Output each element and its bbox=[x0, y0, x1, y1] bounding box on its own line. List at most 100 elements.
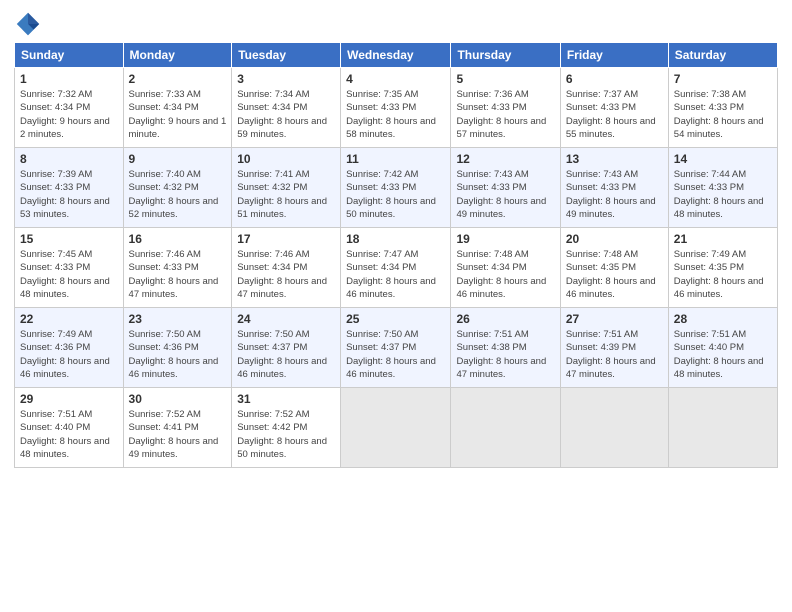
day-info: Sunrise: 7:49 AM Sunset: 4:35 PM Dayligh… bbox=[674, 248, 772, 301]
day-number: 1 bbox=[20, 72, 118, 86]
day-info: Sunrise: 7:37 AM Sunset: 4:33 PM Dayligh… bbox=[566, 88, 663, 141]
day-number: 24 bbox=[237, 312, 335, 326]
day-number: 9 bbox=[129, 152, 227, 166]
day-info: Sunrise: 7:35 AM Sunset: 4:33 PM Dayligh… bbox=[346, 88, 445, 141]
calendar-cell: 8 Sunrise: 7:39 AM Sunset: 4:33 PM Dayli… bbox=[15, 148, 124, 228]
calendar-cell: 5 Sunrise: 7:36 AM Sunset: 4:33 PM Dayli… bbox=[451, 68, 560, 148]
day-number: 6 bbox=[566, 72, 663, 86]
day-info: Sunrise: 7:48 AM Sunset: 4:34 PM Dayligh… bbox=[456, 248, 554, 301]
calendar-cell: 11 Sunrise: 7:42 AM Sunset: 4:33 PM Dayl… bbox=[341, 148, 451, 228]
day-info: Sunrise: 7:34 AM Sunset: 4:34 PM Dayligh… bbox=[237, 88, 335, 141]
day-number: 7 bbox=[674, 72, 772, 86]
day-info: Sunrise: 7:39 AM Sunset: 4:33 PM Dayligh… bbox=[20, 168, 118, 221]
calendar-cell: 9 Sunrise: 7:40 AM Sunset: 4:32 PM Dayli… bbox=[123, 148, 232, 228]
calendar-cell bbox=[341, 388, 451, 468]
calendar-cell: 24 Sunrise: 7:50 AM Sunset: 4:37 PM Dayl… bbox=[232, 308, 341, 388]
calendar-cell: 4 Sunrise: 7:35 AM Sunset: 4:33 PM Dayli… bbox=[341, 68, 451, 148]
day-info: Sunrise: 7:46 AM Sunset: 4:33 PM Dayligh… bbox=[129, 248, 227, 301]
calendar-body: 1 Sunrise: 7:32 AM Sunset: 4:34 PM Dayli… bbox=[15, 68, 778, 468]
day-number: 14 bbox=[674, 152, 772, 166]
calendar-week-1: 1 Sunrise: 7:32 AM Sunset: 4:34 PM Dayli… bbox=[15, 68, 778, 148]
logo bbox=[14, 10, 46, 38]
day-number: 13 bbox=[566, 152, 663, 166]
logo-icon bbox=[14, 10, 42, 38]
calendar-cell: 31 Sunrise: 7:52 AM Sunset: 4:42 PM Dayl… bbox=[232, 388, 341, 468]
calendar-cell: 16 Sunrise: 7:46 AM Sunset: 4:33 PM Dayl… bbox=[123, 228, 232, 308]
day-info: Sunrise: 7:50 AM Sunset: 4:37 PM Dayligh… bbox=[237, 328, 335, 381]
calendar-week-3: 15 Sunrise: 7:45 AM Sunset: 4:33 PM Dayl… bbox=[15, 228, 778, 308]
day-info: Sunrise: 7:44 AM Sunset: 4:33 PM Dayligh… bbox=[674, 168, 772, 221]
day-info: Sunrise: 7:41 AM Sunset: 4:32 PM Dayligh… bbox=[237, 168, 335, 221]
day-number: 2 bbox=[129, 72, 227, 86]
calendar-cell: 2 Sunrise: 7:33 AM Sunset: 4:34 PM Dayli… bbox=[123, 68, 232, 148]
day-number: 26 bbox=[456, 312, 554, 326]
day-number: 4 bbox=[346, 72, 445, 86]
day-info: Sunrise: 7:50 AM Sunset: 4:37 PM Dayligh… bbox=[346, 328, 445, 381]
calendar-cell: 27 Sunrise: 7:51 AM Sunset: 4:39 PM Dayl… bbox=[560, 308, 668, 388]
day-number: 3 bbox=[237, 72, 335, 86]
weekday-header-tuesday: Tuesday bbox=[232, 43, 341, 68]
day-number: 16 bbox=[129, 232, 227, 246]
weekday-header-wednesday: Wednesday bbox=[341, 43, 451, 68]
day-info: Sunrise: 7:38 AM Sunset: 4:33 PM Dayligh… bbox=[674, 88, 772, 141]
weekday-header-friday: Friday bbox=[560, 43, 668, 68]
day-number: 11 bbox=[346, 152, 445, 166]
day-info: Sunrise: 7:42 AM Sunset: 4:33 PM Dayligh… bbox=[346, 168, 445, 221]
calendar-cell: 1 Sunrise: 7:32 AM Sunset: 4:34 PM Dayli… bbox=[15, 68, 124, 148]
day-number: 18 bbox=[346, 232, 445, 246]
calendar-table: SundayMondayTuesdayWednesdayThursdayFrid… bbox=[14, 42, 778, 468]
day-info: Sunrise: 7:51 AM Sunset: 4:40 PM Dayligh… bbox=[674, 328, 772, 381]
day-number: 17 bbox=[237, 232, 335, 246]
calendar-cell: 30 Sunrise: 7:52 AM Sunset: 4:41 PM Dayl… bbox=[123, 388, 232, 468]
calendar-cell: 3 Sunrise: 7:34 AM Sunset: 4:34 PM Dayli… bbox=[232, 68, 341, 148]
calendar-week-4: 22 Sunrise: 7:49 AM Sunset: 4:36 PM Dayl… bbox=[15, 308, 778, 388]
calendar-cell: 23 Sunrise: 7:50 AM Sunset: 4:36 PM Dayl… bbox=[123, 308, 232, 388]
calendar-cell: 25 Sunrise: 7:50 AM Sunset: 4:37 PM Dayl… bbox=[341, 308, 451, 388]
calendar-cell: 20 Sunrise: 7:48 AM Sunset: 4:35 PM Dayl… bbox=[560, 228, 668, 308]
calendar-cell: 29 Sunrise: 7:51 AM Sunset: 4:40 PM Dayl… bbox=[15, 388, 124, 468]
weekday-header-thursday: Thursday bbox=[451, 43, 560, 68]
calendar-cell: 26 Sunrise: 7:51 AM Sunset: 4:38 PM Dayl… bbox=[451, 308, 560, 388]
day-info: Sunrise: 7:33 AM Sunset: 4:34 PM Dayligh… bbox=[129, 88, 227, 141]
calendar-cell: 22 Sunrise: 7:49 AM Sunset: 4:36 PM Dayl… bbox=[15, 308, 124, 388]
day-number: 31 bbox=[237, 392, 335, 406]
calendar-cell: 15 Sunrise: 7:45 AM Sunset: 4:33 PM Dayl… bbox=[15, 228, 124, 308]
header bbox=[14, 10, 778, 38]
day-info: Sunrise: 7:51 AM Sunset: 4:38 PM Dayligh… bbox=[456, 328, 554, 381]
day-info: Sunrise: 7:45 AM Sunset: 4:33 PM Dayligh… bbox=[20, 248, 118, 301]
day-number: 21 bbox=[674, 232, 772, 246]
day-info: Sunrise: 7:51 AM Sunset: 4:40 PM Dayligh… bbox=[20, 408, 118, 461]
day-number: 22 bbox=[20, 312, 118, 326]
day-number: 25 bbox=[346, 312, 445, 326]
day-number: 15 bbox=[20, 232, 118, 246]
day-info: Sunrise: 7:49 AM Sunset: 4:36 PM Dayligh… bbox=[20, 328, 118, 381]
calendar-cell: 17 Sunrise: 7:46 AM Sunset: 4:34 PM Dayl… bbox=[232, 228, 341, 308]
calendar-cell: 10 Sunrise: 7:41 AM Sunset: 4:32 PM Dayl… bbox=[232, 148, 341, 228]
calendar-week-2: 8 Sunrise: 7:39 AM Sunset: 4:33 PM Dayli… bbox=[15, 148, 778, 228]
weekday-header-sunday: Sunday bbox=[15, 43, 124, 68]
calendar-cell bbox=[560, 388, 668, 468]
calendar-cell: 6 Sunrise: 7:37 AM Sunset: 4:33 PM Dayli… bbox=[560, 68, 668, 148]
day-info: Sunrise: 7:46 AM Sunset: 4:34 PM Dayligh… bbox=[237, 248, 335, 301]
calendar-cell bbox=[668, 388, 777, 468]
day-number: 20 bbox=[566, 232, 663, 246]
day-info: Sunrise: 7:40 AM Sunset: 4:32 PM Dayligh… bbox=[129, 168, 227, 221]
day-number: 29 bbox=[20, 392, 118, 406]
day-number: 27 bbox=[566, 312, 663, 326]
calendar-cell: 28 Sunrise: 7:51 AM Sunset: 4:40 PM Dayl… bbox=[668, 308, 777, 388]
calendar-cell: 21 Sunrise: 7:49 AM Sunset: 4:35 PM Dayl… bbox=[668, 228, 777, 308]
calendar-cell: 7 Sunrise: 7:38 AM Sunset: 4:33 PM Dayli… bbox=[668, 68, 777, 148]
calendar-cell: 14 Sunrise: 7:44 AM Sunset: 4:33 PM Dayl… bbox=[668, 148, 777, 228]
day-info: Sunrise: 7:47 AM Sunset: 4:34 PM Dayligh… bbox=[346, 248, 445, 301]
calendar-week-5: 29 Sunrise: 7:51 AM Sunset: 4:40 PM Dayl… bbox=[15, 388, 778, 468]
day-number: 30 bbox=[129, 392, 227, 406]
day-info: Sunrise: 7:52 AM Sunset: 4:42 PM Dayligh… bbox=[237, 408, 335, 461]
day-info: Sunrise: 7:32 AM Sunset: 4:34 PM Dayligh… bbox=[20, 88, 118, 141]
calendar-cell bbox=[451, 388, 560, 468]
day-number: 19 bbox=[456, 232, 554, 246]
weekday-header-saturday: Saturday bbox=[668, 43, 777, 68]
calendar-cell: 18 Sunrise: 7:47 AM Sunset: 4:34 PM Dayl… bbox=[341, 228, 451, 308]
day-info: Sunrise: 7:36 AM Sunset: 4:33 PM Dayligh… bbox=[456, 88, 554, 141]
day-number: 12 bbox=[456, 152, 554, 166]
day-info: Sunrise: 7:51 AM Sunset: 4:39 PM Dayligh… bbox=[566, 328, 663, 381]
